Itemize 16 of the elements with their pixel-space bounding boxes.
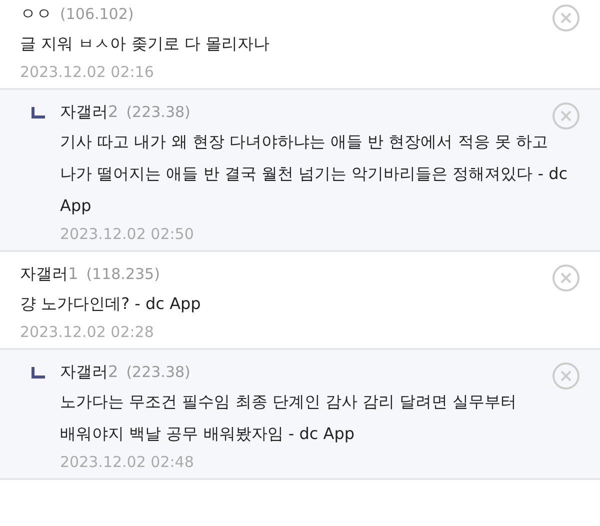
ip-address: (106.102)	[60, 4, 134, 25]
ip-address: (223.38)	[126, 102, 190, 123]
close-icon[interactable]	[552, 264, 580, 292]
timestamp: 2023.12.02 02:16	[20, 62, 155, 83]
comment-text: 글 지워 ㅂㅅ아 좆기로 다 몰리자나	[20, 33, 270, 55]
close-icon[interactable]	[552, 362, 580, 390]
comment-text: 걍 노가다인데? - dc App	[20, 293, 202, 315]
close-icon[interactable]	[552, 4, 580, 32]
timestamp: 2023.12.02 02:28	[20, 322, 155, 343]
ip-address: (223.38)	[126, 362, 190, 383]
comment-text: 기사 따고 내가 왜 현장 다녀야하냐는 애들 반 현장에서 적응 못 하고 나가 떨어지는 애들 반 결국 월천 넘기는 악기바리들은 정해져있다 - dc App	[60, 131, 569, 217]
ip-address: (118.235)	[86, 264, 160, 285]
comment-text: 노가다는 무조건 필수임 최종 단계인 감사 감리 달려면 실무부터 배워야지 백날 공무 배워봤자임 - dc App	[60, 391, 518, 445]
close-icon[interactable]	[552, 102, 580, 130]
timestamp: 2023.12.02 02:50	[60, 224, 195, 245]
timestamp: 2023.12.02 02:48	[60, 452, 195, 473]
